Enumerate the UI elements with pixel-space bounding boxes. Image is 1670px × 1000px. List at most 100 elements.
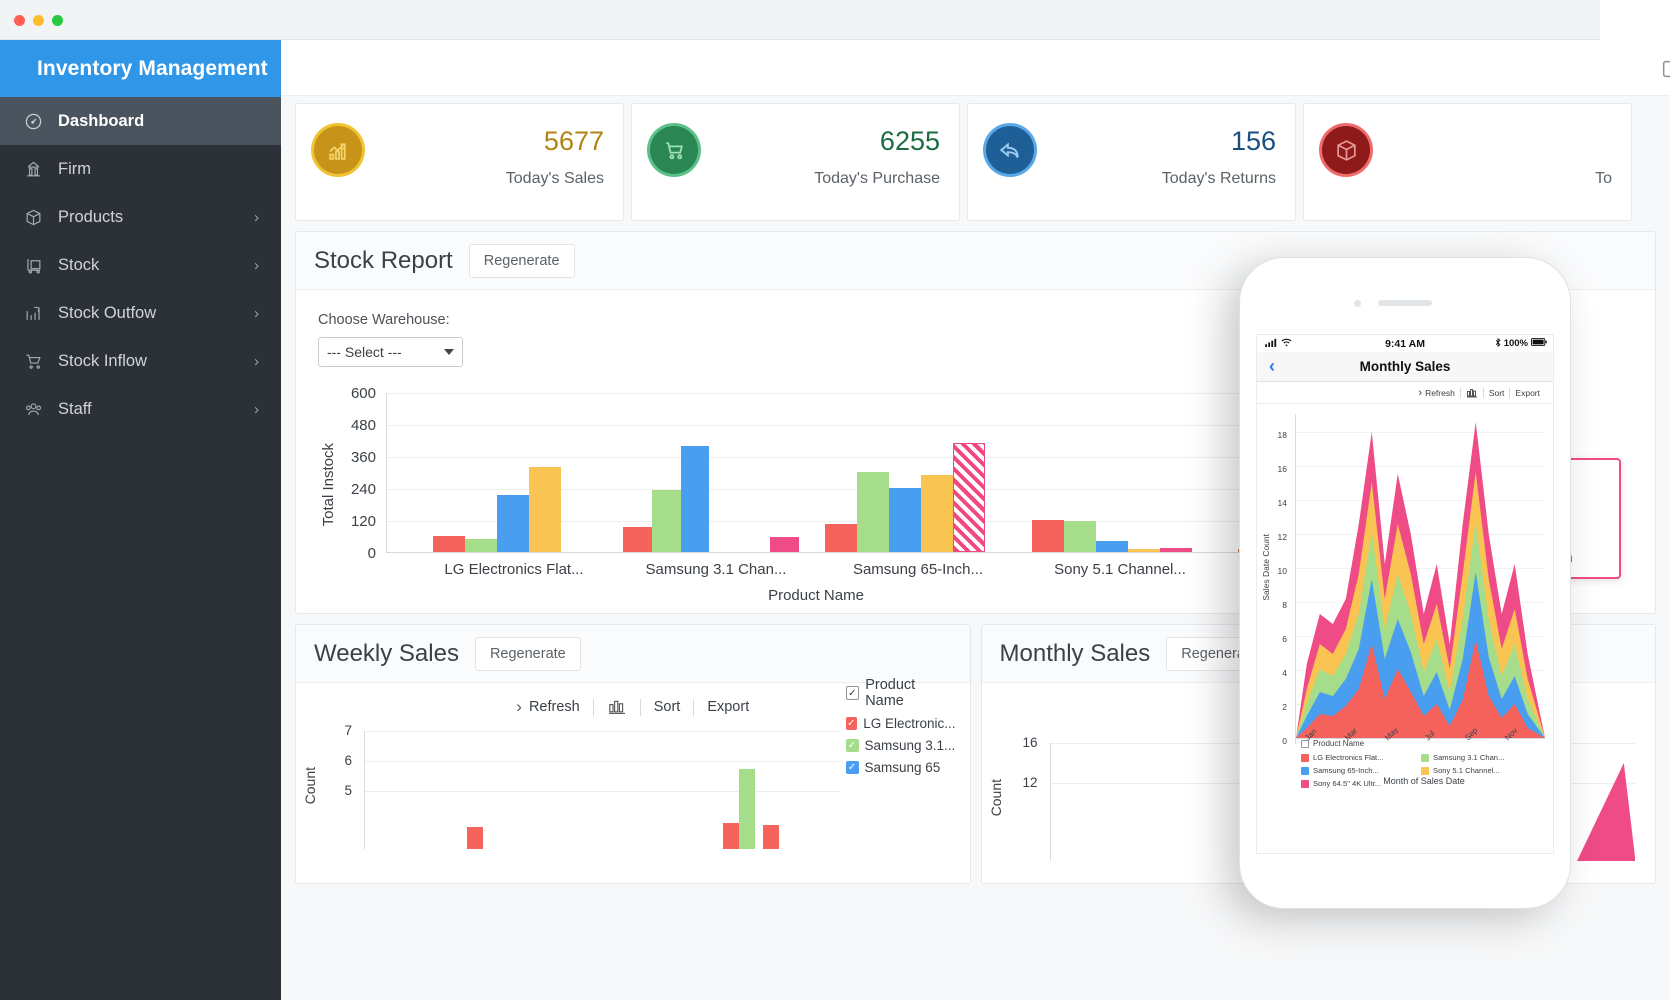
export-button[interactable]: Export (694, 699, 762, 715)
bar-chart-icon[interactable] (1461, 388, 1483, 398)
phone-toolbar: › Refresh Sort Export (1257, 382, 1553, 404)
x-axis-title: Product Name (768, 587, 864, 604)
sidebar-item-label: Products (58, 207, 124, 226)
legend-item[interactable]: Samsung 3.1 Chan... (1421, 753, 1533, 762)
checkbox-icon[interactable] (1301, 739, 1309, 748)
phone-refresh-label: Refresh (1425, 387, 1455, 398)
chevron-right-icon: › (254, 208, 259, 226)
chart-up-icon (314, 126, 362, 174)
bar[interactable] (763, 825, 779, 849)
sidebar-item-stock-outfow[interactable]: Stock Outfow › (0, 289, 281, 337)
bar-group[interactable] (387, 393, 599, 552)
bar-group[interactable] (799, 393, 1004, 552)
kpi-card-todays-returns[interactable]: 156 Today's Returns (967, 103, 1296, 221)
kpi-value: 156 (1230, 126, 1276, 156)
y-tick-label: 10 (1277, 566, 1287, 576)
legend-item[interactable]: LG Electronics Flat... (1301, 753, 1413, 762)
bar[interactable] (651, 490, 681, 552)
warehouse-select[interactable]: --- Select --- (318, 337, 463, 367)
sidebar-item-staff[interactable]: Staff › (0, 385, 281, 433)
phone-sort-button[interactable]: Sort (1484, 388, 1510, 398)
bar[interactable] (497, 495, 529, 552)
legend-item[interactable]: Samsung 65-Inch... (1301, 766, 1413, 775)
kpi-card-todays-sales[interactable]: 5677 Today's Sales (295, 103, 624, 221)
checkbox-icon[interactable]: ✓ (845, 686, 860, 700)
phone-mockup: 9:41 AM 100% ‹ Monthly Sales › Refresh S… (1240, 258, 1570, 908)
legend-title-row[interactable]: Product Name (1301, 739, 1551, 748)
legend-item[interactable]: Sony 5.1 Channel... (1421, 766, 1533, 775)
sidebar-item-label: Dashboard (58, 111, 145, 130)
sidebar-item-firm[interactable]: Firm (0, 145, 281, 193)
kpi-card-todays-purchase[interactable]: 6255 Today's Purchase (631, 103, 960, 221)
bar[interactable] (1032, 520, 1064, 552)
kpi-card-todays-stock[interactable]: To (1303, 103, 1632, 221)
bar[interactable] (770, 537, 799, 552)
bar[interactable] (680, 446, 710, 552)
top-bar (281, 40, 1670, 96)
bar[interactable] (433, 536, 465, 552)
y-tick-label: 600 (350, 385, 376, 402)
legend-row: Sony 64.5" 4K Ultr... (1301, 779, 1551, 788)
refresh-button[interactable]: › Refresh (503, 697, 592, 717)
sidebar-item-dashboard[interactable]: Dashboard (0, 97, 281, 145)
sort-button[interactable]: Sort (641, 699, 694, 715)
cart-icon (24, 352, 54, 371)
sidebar-item-label: Staff (58, 399, 92, 418)
bar[interactable] (825, 524, 857, 552)
page-title: Stock Report (314, 246, 453, 274)
chevron-down-icon (444, 349, 454, 355)
sidebar-item-stock-inflow[interactable]: Stock Inflow › (0, 337, 281, 385)
bar[interactable] (467, 827, 483, 849)
window-chrome (0, 0, 1600, 40)
maximize-button[interactable] (52, 15, 63, 26)
bar[interactable] (889, 488, 921, 552)
bar-group[interactable] (599, 393, 799, 552)
bar[interactable] (857, 472, 889, 552)
kpi-label: Today's Sales (505, 170, 604, 187)
legend-title-row[interactable]: ✓ Product Name (845, 677, 956, 709)
bar-chart-icon[interactable] (594, 699, 640, 715)
building-icon (24, 160, 54, 179)
warehouse-select-value: --- Select --- (327, 344, 402, 360)
chevron-right-icon: › (254, 400, 259, 418)
y-tick-label: 4 (1282, 668, 1287, 678)
sidebar-item-stock[interactable]: Stock › (0, 241, 281, 289)
chevron-right-icon: › (516, 697, 522, 716)
close-button[interactable] (14, 15, 25, 26)
bar[interactable] (623, 527, 652, 552)
x-tick-label: LG Electronics Flat... (444, 561, 584, 578)
bar[interactable] (1096, 541, 1128, 552)
phone-refresh-button[interactable]: › Refresh (1413, 387, 1459, 399)
bar[interactable] (529, 467, 561, 552)
phone-export-button[interactable]: Export (1510, 388, 1545, 398)
battery-icon (1531, 338, 1547, 349)
gauge-icon (24, 112, 54, 131)
minimize-button[interactable] (33, 15, 44, 26)
weekly-regenerate-button[interactable]: Regenerate (474, 636, 581, 671)
bar[interactable] (1160, 548, 1192, 552)
regenerate-button[interactable]: Regenerate (468, 243, 575, 278)
sidebar-item-label: Firm (58, 159, 91, 178)
y-tick-label: 18 (1277, 430, 1287, 440)
y-tick-label: 6 (1282, 634, 1287, 644)
pallet-icon (24, 256, 54, 275)
sidebar: Inventory Management Dashboard Firm Prod… (0, 40, 281, 1000)
bar[interactable] (723, 823, 739, 849)
bar[interactable] (465, 539, 497, 552)
user-menu-icon[interactable] (1660, 58, 1670, 85)
sidebar-item-products[interactable]: Products › (0, 193, 281, 241)
phone-monthly-sales-chart: Sales Date Count 18 16 14 12 10 8 6 4 2 … (1257, 404, 1553, 794)
legend-label: Sony 64.5" 4K Ultr... (1313, 779, 1382, 788)
bar[interactable] (1064, 521, 1096, 552)
bar-group[interactable] (1004, 393, 1204, 552)
bar[interactable] (921, 475, 953, 552)
legend-item[interactable]: Sony 64.5" 4K Ultr... (1301, 779, 1413, 788)
chevron-right-icon: › (1418, 386, 1423, 399)
kpi-label: Today's Purchase (814, 170, 940, 187)
bar[interactable] (739, 769, 755, 849)
kpi-label: Today's Returns (1161, 170, 1276, 187)
bar[interactable] (1128, 549, 1160, 552)
weekly-sales-title: Weekly Sales (314, 639, 459, 667)
bar-highlighted[interactable] (953, 443, 985, 552)
chevron-right-icon: › (254, 256, 259, 274)
